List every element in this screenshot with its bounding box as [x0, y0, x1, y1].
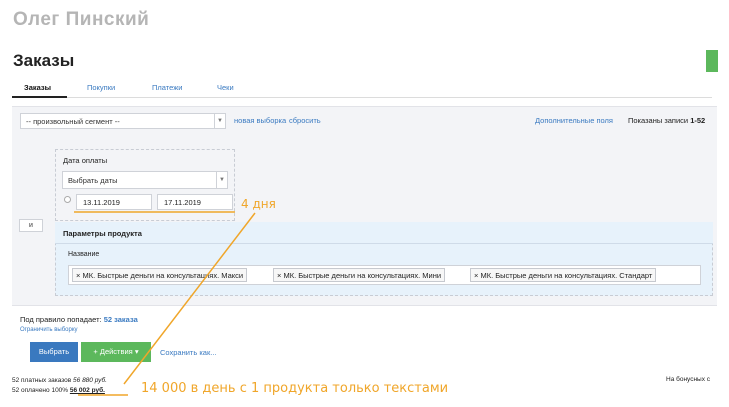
- annotation-arrow-line: [123, 212, 256, 385]
- annotation-overlay: [74, 211, 256, 396]
- annotation-days: 4 дня: [241, 197, 276, 211]
- annotation-income: 14 000 в день с 1 продукта только текста…: [141, 381, 449, 396]
